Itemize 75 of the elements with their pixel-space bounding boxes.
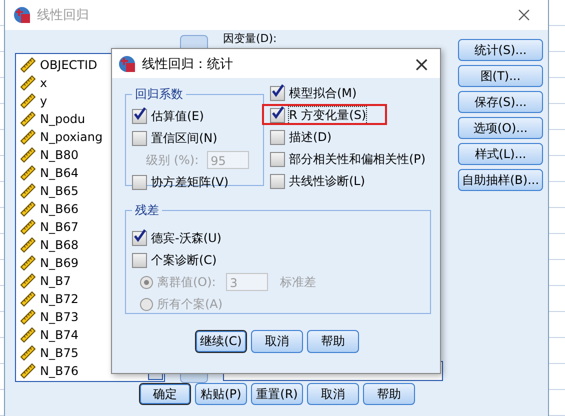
side-button[interactable]: 自助抽样(B)... [458,169,543,191]
variable-item[interactable]: N_B76 [16,362,164,380]
ruler-icon [20,327,36,343]
close-icon[interactable] [518,9,530,21]
checkbox[interactable] [270,86,285,100]
ruler-icon [20,309,36,325]
ruler-icon [20,57,36,73]
ruler-icon [20,255,36,271]
variable-item[interactable]: N_B74 [16,326,164,344]
variable-name: y [40,94,48,108]
side-button[interactable]: 统计(S)... [458,39,543,61]
side-button[interactable]: 保存(S)... [458,91,543,113]
variable-name: N_B67 [40,220,78,234]
variable-name: x [40,76,48,90]
dialog-button[interactable]: 继续(C) [195,330,247,353]
dialog-button[interactable]: 粘贴(P) [195,383,247,405]
ruler-icon [20,201,36,217]
ruler-icon [20,93,36,109]
variable-item[interactable]: N_B75 [16,344,164,362]
variable-name: N_B72 [40,292,78,306]
variable-name: N_B7 [40,274,71,288]
checkbox[interactable] [132,108,147,124]
ruler-icon [20,147,36,163]
side-button[interactable]: 选项(O)... [458,117,543,139]
group-title: 残差 [134,202,160,219]
dialog-button[interactable]: 帮助 [363,383,415,405]
ruler-icon [20,219,36,235]
option-label: 模型拟合(M) [289,84,357,102]
variable-name: N_podu [40,112,86,126]
dependent-label: 因变量(D): [223,32,277,45]
close-button[interactable]: × [409,52,434,76]
ruler-icon [20,165,36,181]
ruler-icon [20,129,36,145]
dialog-button[interactable]: 取消 [307,383,359,405]
variable-name: OBJECTID [40,58,98,72]
unit-label: 标准差 [280,274,316,290]
checkbox[interactable] [270,130,285,144]
app-icon [13,6,31,24]
ruler-icon [20,237,36,253]
checkbox[interactable] [132,252,147,268]
ruler-icon [20,345,36,361]
checkbox[interactable] [270,174,285,188]
checkbox[interactable] [132,230,147,246]
checkbox[interactable] [270,152,285,166]
variable-name: N_B66 [40,202,78,216]
side-button[interactable]: 样式(L)... [458,143,543,165]
ruler-icon [20,291,36,307]
ruler-icon [20,183,36,199]
checkbox[interactable] [132,174,147,190]
variable-name: N_B75 [40,346,78,360]
ruler-icon [20,273,36,289]
variable-name: N_B65 [40,184,78,198]
variable-name: N_B80 [40,148,78,162]
checkbox[interactable] [270,108,285,122]
variable-name: N_poxiang [40,130,103,144]
dialog-button[interactable]: 重置(R) [251,383,303,405]
window-title: 线性回归 [37,7,89,24]
checkbox[interactable] [132,130,147,146]
option-label: 部分相关性和偏相关性(P) [289,150,426,168]
option-label: 描述(D) [289,128,332,146]
ruler-icon [20,75,36,91]
variable-name: N_B64 [40,166,78,180]
variable-name: N_B68 [40,238,78,252]
ruler-icon [20,111,36,127]
variable-name: N_B69 [40,256,78,270]
dialog-button[interactable]: 确定 [139,383,191,405]
side-button[interactable]: 图(T)... [458,65,543,87]
dialog-button[interactable]: 帮助 [307,330,359,353]
variable-name: N_B76 [40,364,78,378]
option-label: 共线性诊断(L) [289,172,366,190]
variable-name: N_B74 [40,328,78,342]
app-icon [118,54,136,72]
variable-name: N_B73 [40,310,78,324]
ruler-icon [20,363,36,379]
dialog-button[interactable]: 取消 [251,330,303,353]
